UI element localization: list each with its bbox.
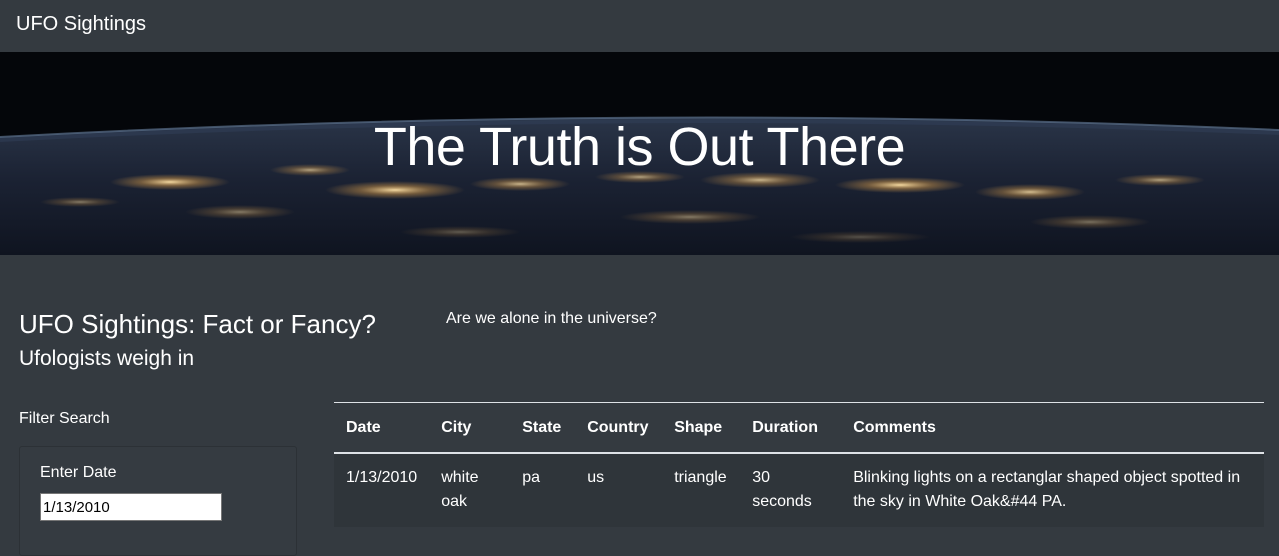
cell-shape: triangle — [662, 453, 741, 527]
cell-country: us — [575, 453, 663, 527]
cell-comments: Blinking lights on a rectanglar shaped o… — [841, 453, 1264, 527]
ufo-table-container: Date City State Country Shape Duration C… — [334, 402, 1264, 527]
column-header-shape: Shape — [662, 402, 741, 454]
table-row: 1/13/2010 white oak pa us triangle 30 se… — [334, 453, 1264, 527]
cell-duration: 30 seconds — [740, 453, 842, 527]
navbar: UFO Sightings — [0, 0, 1279, 50]
column-header-city: City — [429, 402, 511, 454]
column-header-date: Date — [334, 402, 430, 454]
cell-date: 1/13/2010 — [334, 453, 430, 527]
column-header-duration: Duration — [740, 402, 842, 454]
hero-banner: The Truth is Out There — [0, 52, 1279, 255]
page-title: UFO Sightings: Fact or Fancy? — [19, 309, 376, 339]
date-input[interactable] — [40, 493, 222, 521]
hero-title: The Truth is Out There — [373, 117, 906, 177]
filter-search-heading: Filter Search — [19, 410, 110, 427]
ufo-table: Date City State Country Shape Duration C… — [334, 402, 1264, 527]
column-header-country: Country — [575, 402, 663, 454]
navbar-brand-link[interactable]: UFO Sightings — [16, 13, 146, 35]
page-subtitle: Ufologists weigh in — [19, 347, 195, 370]
column-header-comments: Comments — [841, 402, 1264, 454]
column-header-state: State — [510, 402, 576, 454]
cell-city: white oak — [429, 453, 511, 527]
cell-state: pa — [510, 453, 576, 527]
table-header-row: Date City State Country Shape Duration C… — [334, 402, 1264, 454]
date-field-label: Enter Date — [40, 464, 117, 481]
intro-question-text: Are we alone in the universe? — [446, 310, 657, 327]
